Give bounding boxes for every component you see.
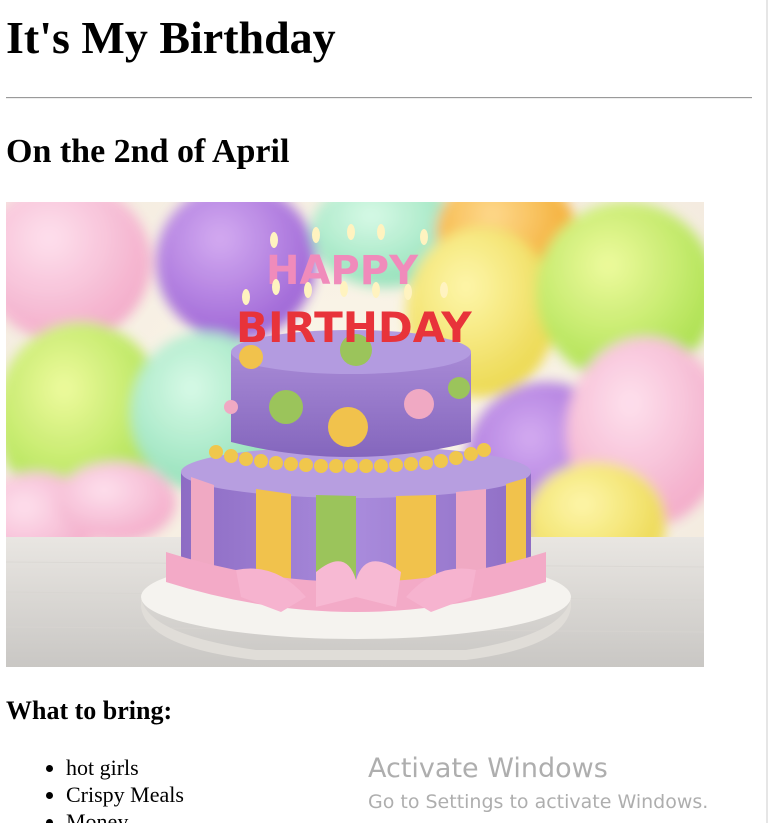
date-heading: On the 2nd of April bbox=[6, 133, 290, 170]
activate-windows-watermark: Activate Windows Go to Settings to activ… bbox=[368, 752, 708, 814]
watermark-subtitle: Go to Settings to activate Windows. bbox=[368, 791, 709, 813]
list-item: Money bbox=[66, 808, 184, 823]
page-title: It's My Birthday bbox=[6, 12, 336, 63]
list-item: hot girls bbox=[66, 754, 184, 781]
bring-heading: What to bring: bbox=[6, 696, 173, 725]
page: It's My Birthday On the 2nd of April HAP… bbox=[0, 0, 766, 823]
bring-list: hot girls Crispy Meals Money bbox=[26, 754, 184, 823]
birthday-cake-image: HAPPY BIRTHDAY bbox=[6, 202, 704, 667]
list-item: Crispy Meals bbox=[66, 781, 184, 808]
divider bbox=[6, 97, 752, 99]
candle-text-birthday: BIRTHDAY bbox=[236, 303, 472, 352]
watermark-title: Activate Windows bbox=[368, 753, 608, 784]
